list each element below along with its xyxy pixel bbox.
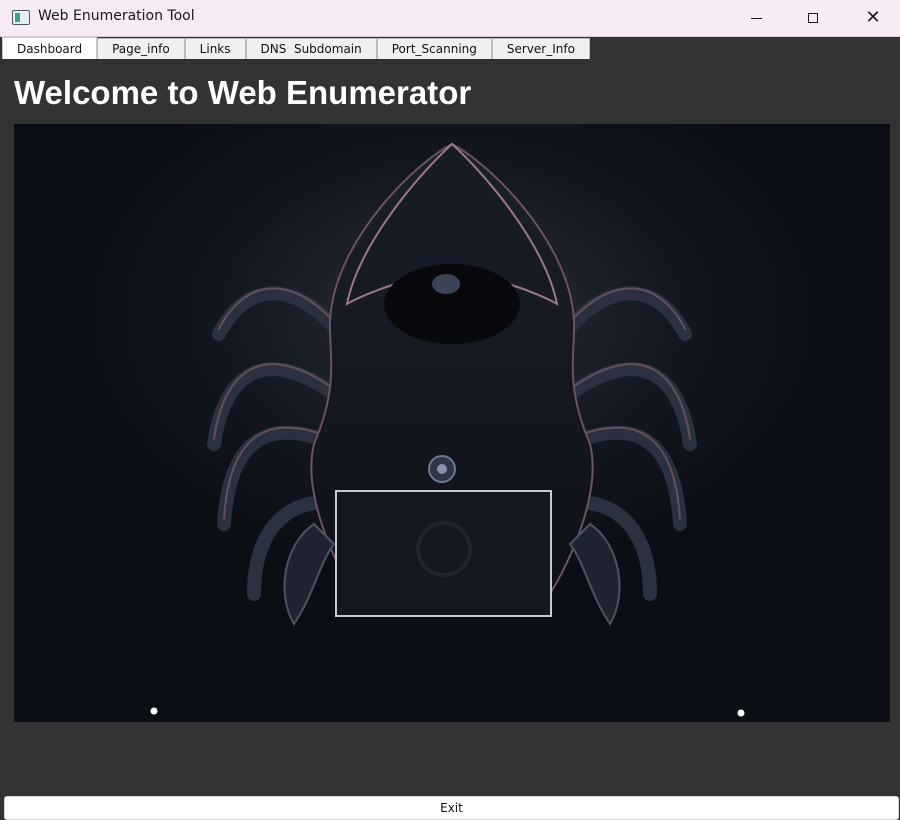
page-title: Welcome to Web Enumerator	[14, 74, 472, 111]
minimize-button[interactable]	[733, 0, 779, 36]
tab-bar: Dashboard Page_info Links DNS Subdomain …	[2, 37, 590, 60]
app-window-icon	[12, 10, 30, 25]
hooded-hacker-spider-illustration	[14, 124, 890, 722]
tab-port-scanning[interactable]: Port_Scanning	[376, 38, 492, 59]
hero-image	[14, 124, 890, 722]
maximize-icon	[808, 13, 818, 23]
tab-dns-subdomain[interactable]: DNS Subdomain	[245, 38, 377, 59]
tab-links[interactable]: Links	[184, 38, 246, 59]
minimize-icon	[750, 17, 762, 19]
title-bar[interactable]: Web Enumeration Tool ✕	[0, 0, 900, 37]
exit-button[interactable]: Exit	[4, 796, 899, 820]
maximize-button[interactable]	[790, 0, 836, 36]
tab-page-info[interactable]: Page_info	[97, 38, 185, 59]
close-icon: ✕	[865, 7, 881, 28]
tab-dashboard[interactable]: Dashboard	[2, 37, 98, 59]
app-window: Web Enumeration Tool ✕ Dashboard Page_in…	[0, 0, 900, 820]
close-button[interactable]: ✕	[850, 0, 896, 36]
tab-server-info[interactable]: Server_Info	[491, 38, 590, 59]
window-title: Web Enumeration Tool	[38, 8, 195, 24]
